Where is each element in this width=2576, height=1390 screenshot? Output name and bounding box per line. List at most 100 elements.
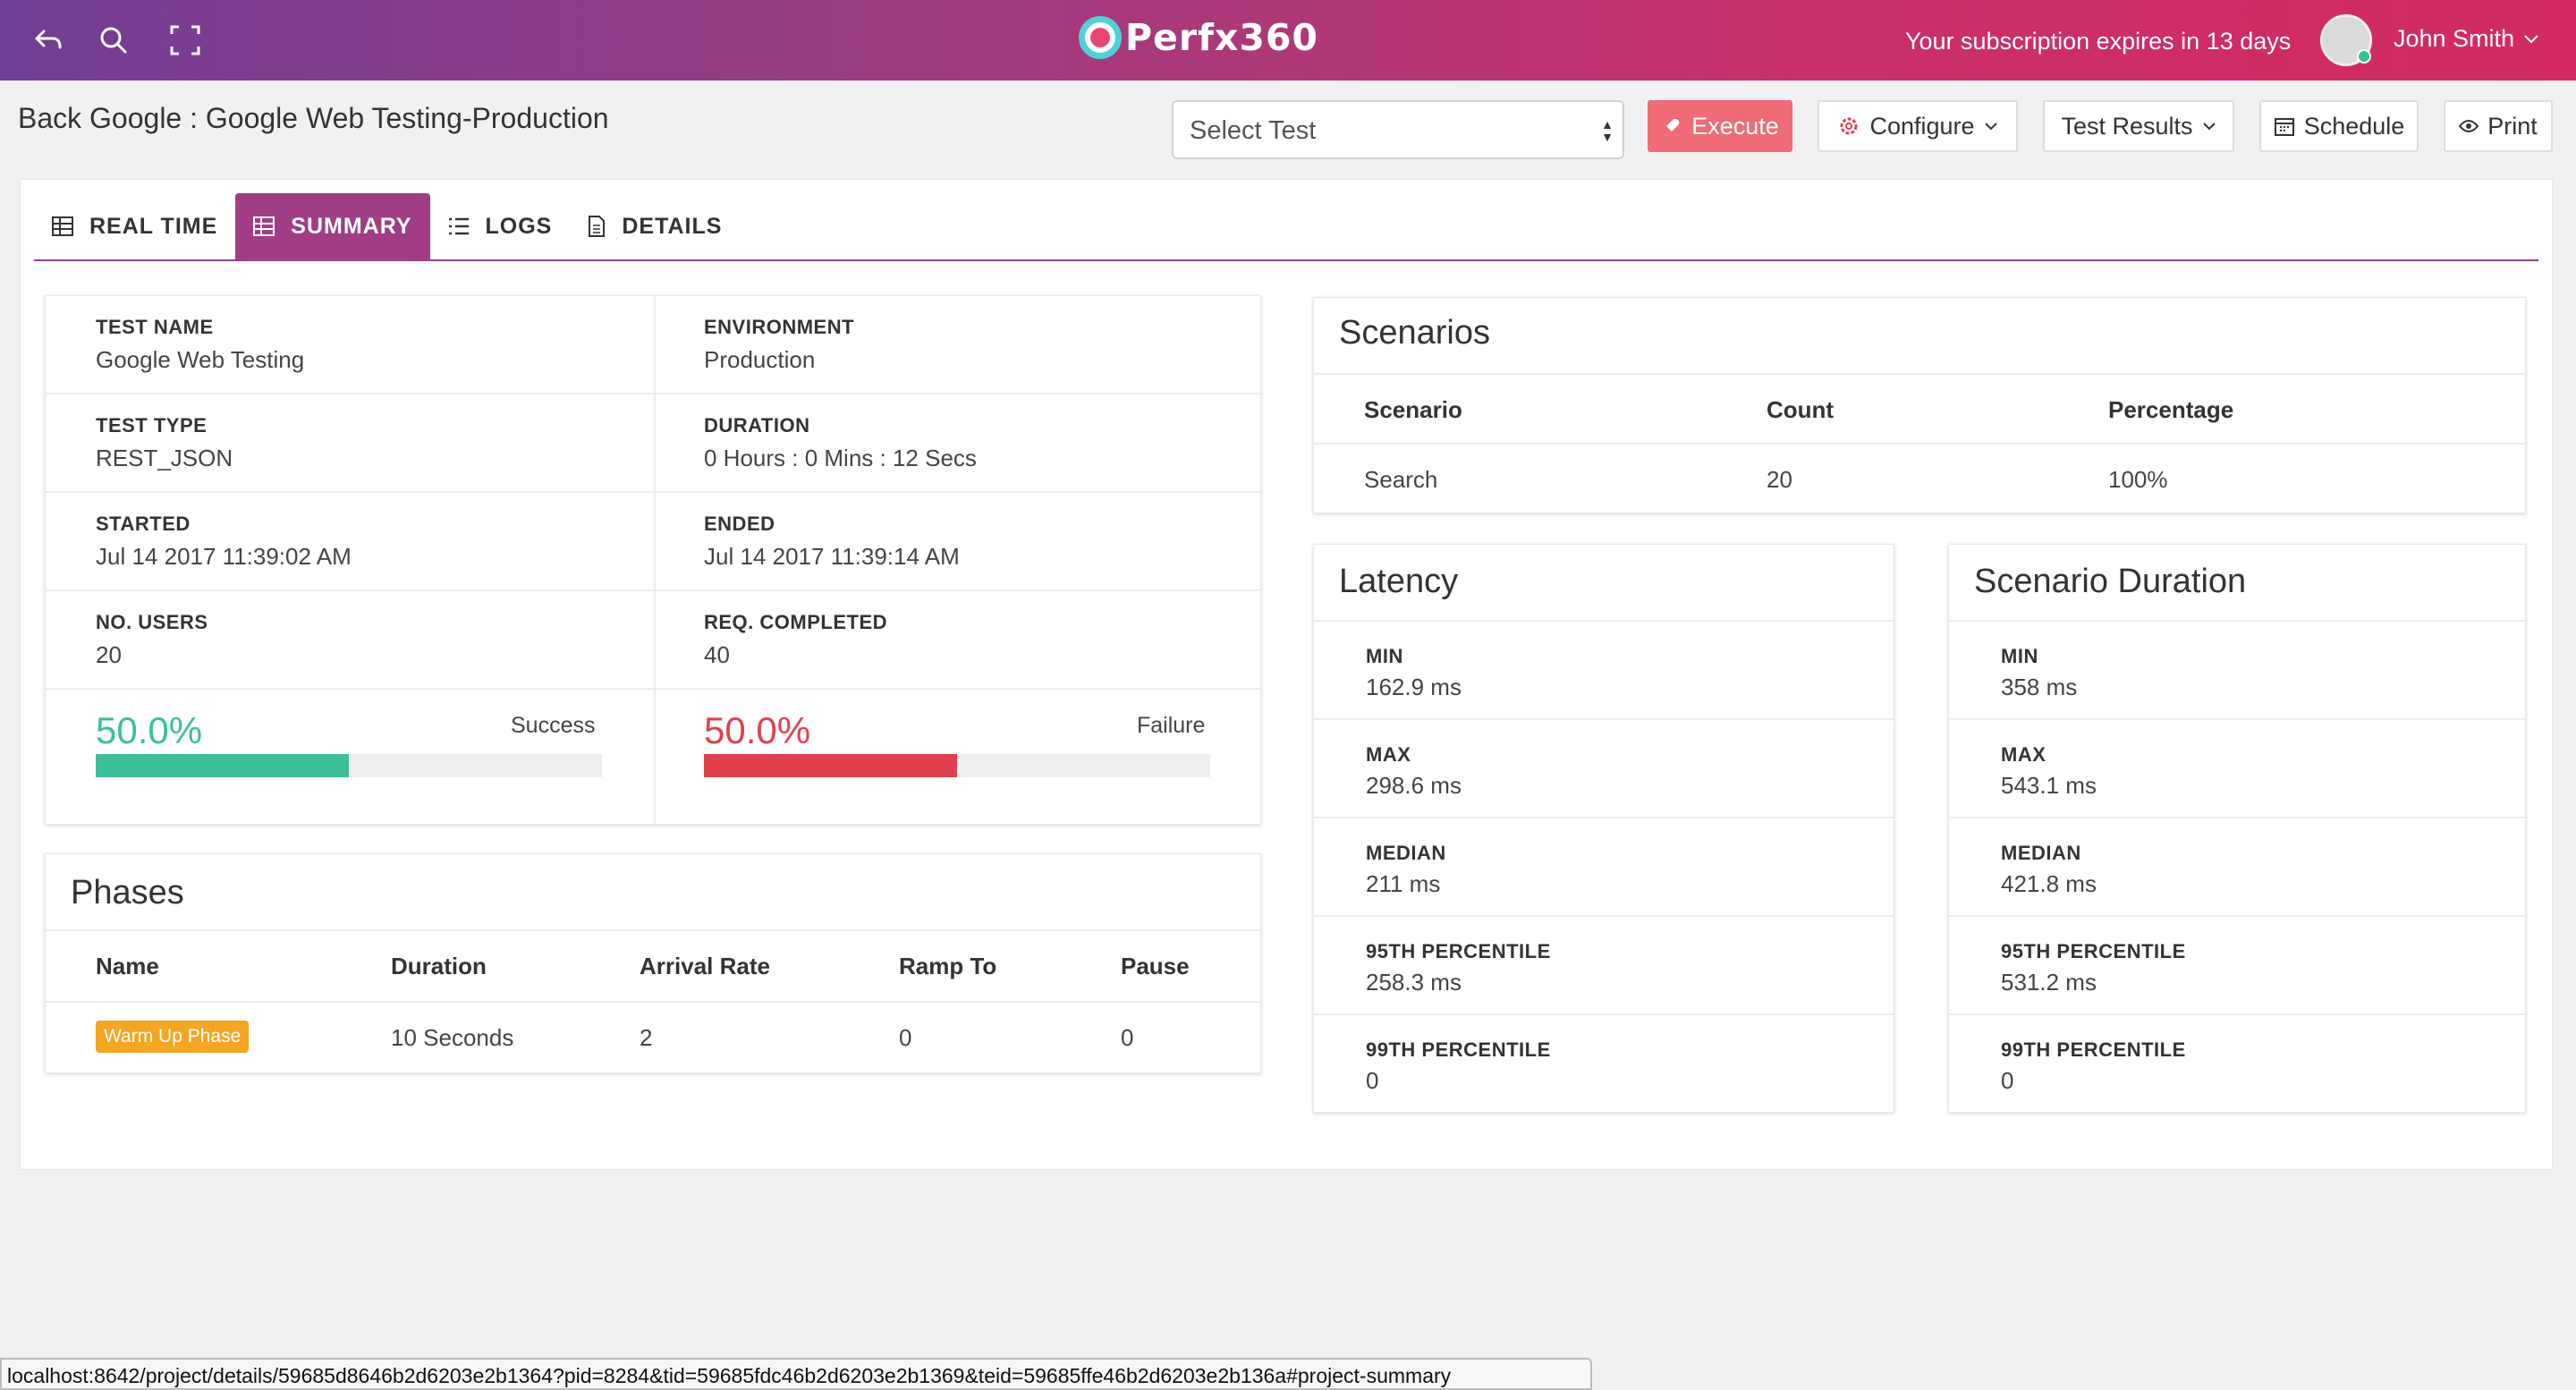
calendar-icon [2274,118,2294,136]
field-value: Production [704,346,816,373]
tab-logs[interactable]: LOGS [430,193,571,259]
field-label: STARTED [96,513,191,535]
user-name: John Smith [2394,25,2515,52]
field-label: ENVIRONMENT [704,316,855,338]
avatar[interactable] [2320,14,2372,66]
chevron-down-icon [2202,123,2216,131]
top-bar: Perfx360 Your subscription expires in 13… [0,0,2576,81]
scenarios-card: Scenarios Scenario Count Percentage Sear… [1313,297,2527,513]
latency-title: Latency [1339,563,1459,600]
tab-label: REAL TIME [89,213,218,239]
tab-summary[interactable]: SUMMARY [235,193,430,259]
scenario-duration-card: Scenario Duration MIN 358 ms MAX 543.1 m… [1948,544,2526,1113]
test-name-field: TEST NAME Google Web Testing [46,296,654,394]
divider [46,929,1262,931]
print-button[interactable]: Print [2444,100,2553,152]
schedule-button[interactable]: Schedule [2259,100,2419,152]
metric-label: MIN [2001,645,2038,667]
phase-pause: 0 [1121,1024,1134,1051]
duration-min: MIN 358 ms [1949,620,2525,718]
scenario-name: Search [1364,466,1438,493]
tab-label: LOGS [485,213,553,239]
scenario-duration-title: Scenario Duration [1974,563,2247,600]
latency-median: MEDIAN 211 ms [1314,817,1894,915]
user-menu[interactable]: John Smith [2394,25,2539,53]
app-logo[interactable]: Perfx360 [1079,13,1318,63]
field-label: TEST TYPE [96,414,208,436]
subscription-notice: Your subscription expires in 13 days [1905,28,2292,55]
metric-label: MIN [1366,645,1403,667]
column-header: Scenario [1364,396,1462,423]
req-completed-field: REQ. COMPLETED 40 [654,591,1262,690]
metric-label: 95TH PERCENTILE [2001,940,2186,962]
phase-ramp-to: 0 [899,1024,912,1051]
started-field: STARTED Jul 14 2017 11:39:02 AM [46,493,654,591]
select-test-value: Select Test [1190,116,1317,145]
field-value: 40 [704,641,730,668]
execute-button[interactable]: Execute [1648,100,1792,152]
tab-details[interactable]: DETAILS [570,193,740,259]
field-value: Jul 14 2017 11:39:02 AM [96,543,352,570]
metric-label: MAX [2001,743,2046,766]
eye-icon [2459,120,2479,132]
metric-label: 95TH PERCENTILE [1366,940,1551,962]
divider [46,1001,1262,1003]
column-header: Percentage [2108,396,2234,423]
metric-label: MEDIAN [1366,842,1446,864]
field-value: 20 [96,641,122,668]
phase-name-badge: Warm Up Phase [96,1021,250,1053]
select-arrows-icon: ▲ ▼ [1601,117,1614,144]
phase-arrival-rate: 2 [640,1024,653,1051]
rocket-icon [1665,118,1680,133]
failure-label: Failure [1137,713,1206,738]
tab-label: SUMMARY [291,213,412,239]
tab-label: DETAILS [622,213,723,239]
column-header: Arrival Rate [640,953,770,979]
failure-percentage: 50.0% [704,709,811,751]
grid-icon [52,216,73,236]
test-results-button[interactable]: Test Results [2043,100,2234,152]
metric-label: 99TH PERCENTILE [2001,1038,2186,1061]
success-progress-fill [96,754,349,777]
metric-value: 543.1 ms [2001,772,2097,799]
configure-button[interactable]: Configure [1818,100,2018,152]
online-status-icon [2357,49,2371,64]
column-header: Duration [391,953,487,979]
browser-status-url: localhost:8642/project/details/59685d864… [0,1358,1592,1390]
success-percentage: 50.0% [96,709,203,751]
field-label: DURATION [704,414,810,436]
document-icon [589,216,606,237]
success-progress-bar [96,754,602,777]
field-label: REQ. COMPLETED [704,611,888,633]
test-info-card: TEST NAME Google Web Testing ENVIRONMENT… [45,295,1262,825]
field-value: 0 Hours : 0 Mins : 12 Secs [704,445,977,471]
metric-value: 0 [1366,1067,1379,1094]
failure-progress-bar [704,754,1210,777]
tab-real-time[interactable]: REAL TIME [34,193,235,259]
back-icon[interactable] [27,20,68,61]
metric-label: 99TH PERCENTILE [1366,1038,1551,1061]
fullscreen-icon[interactable] [165,20,206,61]
page-title: Back Google : Google Web Testing-Product… [18,102,609,134]
metric-value: 258.3 ms [1366,969,1462,996]
scenario-percentage: 100% [2108,466,2168,493]
search-icon[interactable] [93,20,134,61]
field-label: TEST NAME [96,316,214,338]
latency-95th: 95TH PERCENTILE 258.3 ms [1314,915,1894,1013]
users-field: NO. USERS 20 [46,591,654,690]
duration-max: MAX 543.1 ms [1949,718,2525,817]
column-header: Name [96,953,159,979]
execute-label: Execute [1691,112,1779,140]
metric-value: 162.9 ms [1366,674,1462,700]
divider [1314,443,2527,445]
duration-field: DURATION 0 Hours : 0 Mins : 12 Secs [654,394,1262,493]
failure-progress-fill [704,754,957,777]
scenario-count: 20 [1767,466,1792,493]
field-value: REST_JSON [96,445,233,471]
logo-text: Perfx360 [1125,16,1318,59]
tab-bar: REAL TIME SUMMARY LOGS DETAILS [34,193,740,259]
phases-title: Phases [71,874,184,911]
latency-card: Latency MIN 162.9 ms MAX 298.6 ms MEDIAN… [1313,544,1894,1113]
success-label: Success [511,713,596,738]
select-test-dropdown[interactable]: Select Test ▲ ▼ [1172,100,1624,159]
